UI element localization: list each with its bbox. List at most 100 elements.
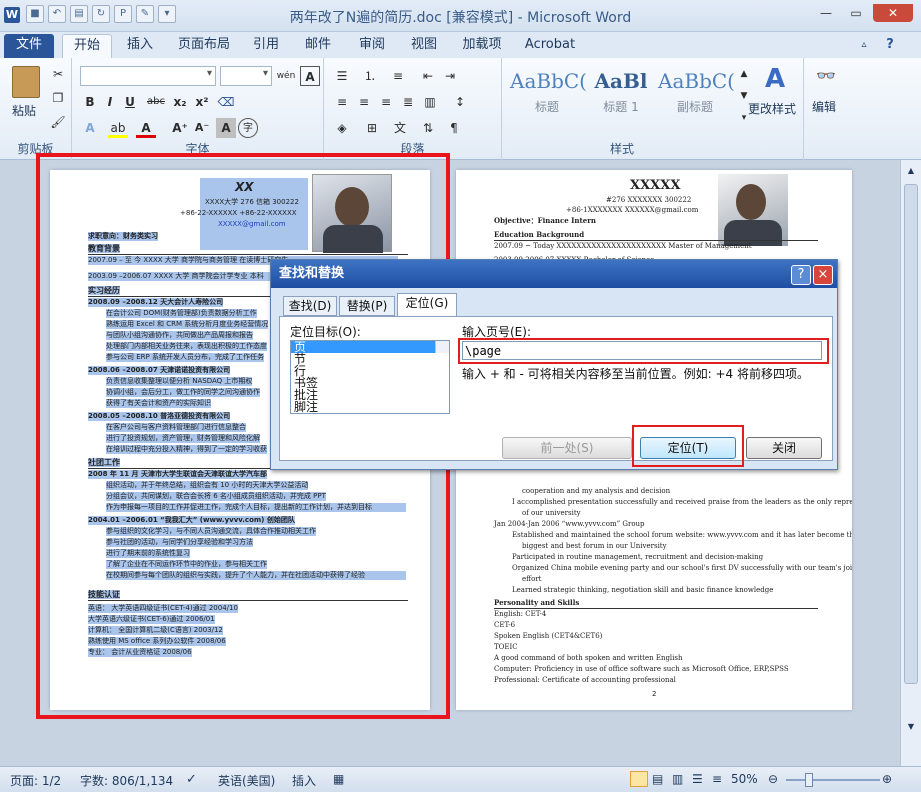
tab-mailings[interactable]: 邮件 bbox=[296, 34, 340, 58]
close-window-icon[interactable]: ✕ bbox=[873, 4, 913, 22]
tab-view[interactable]: 视图 bbox=[404, 34, 444, 58]
show-marks-icon[interactable]: ¶ bbox=[444, 118, 464, 138]
font-name-combo[interactable] bbox=[80, 66, 216, 86]
dialog-close-x-button[interactable]: × bbox=[813, 265, 833, 285]
paste-button[interactable]: 粘贴 bbox=[12, 102, 36, 119]
bullets-icon[interactable]: ☰ bbox=[332, 66, 352, 86]
style-subtitle[interactable]: AaBbC( 副标题 bbox=[658, 64, 735, 126]
zoom-level[interactable]: 50% bbox=[731, 772, 758, 786]
full-screen-reading-icon[interactable]: ▤ bbox=[652, 772, 663, 786]
increase-indent-icon[interactable]: ⇥ bbox=[440, 66, 460, 86]
cut-icon[interactable]: ✂ bbox=[48, 64, 68, 84]
restore-icon[interactable]: ▭ bbox=[843, 4, 869, 22]
paste-icon[interactable] bbox=[12, 66, 40, 98]
format-painter-icon[interactable]: 🖌 bbox=[48, 112, 68, 132]
binoculars-icon[interactable]: 👓 bbox=[816, 66, 836, 86]
font-color-icon[interactable]: A bbox=[136, 118, 156, 138]
borders-icon[interactable]: ⊞ bbox=[362, 118, 382, 138]
underline-icon[interactable]: U bbox=[120, 92, 140, 112]
zoom-slider-track[interactable] bbox=[786, 773, 880, 787]
tab-goto[interactable]: 定位(G) bbox=[397, 293, 457, 317]
tab-acrobat[interactable]: Acrobat bbox=[520, 34, 580, 58]
text-effects-icon[interactable]: A bbox=[80, 118, 100, 138]
proofing-icon[interactable]: ✓ bbox=[186, 772, 197, 787]
font-group: wén A B I U abc x₂ x² ⌫ A ab A A⁺ A⁻ A 字… bbox=[72, 58, 324, 160]
goto-button[interactable]: 定位(T) bbox=[640, 437, 736, 459]
zoom-in-icon[interactable]: ⊕ bbox=[882, 772, 892, 786]
tab-insert[interactable]: 插入 bbox=[118, 34, 162, 58]
vertical-scrollbar[interactable]: ▲ ▼ bbox=[900, 160, 921, 766]
scroll-up-icon[interactable]: ▲ bbox=[904, 164, 918, 178]
char-border-icon[interactable]: A bbox=[300, 66, 320, 86]
sort-icon[interactable]: ⇅ bbox=[418, 118, 438, 138]
style-heading-1[interactable]: AaBl 标题 1 bbox=[584, 64, 658, 126]
shading-icon[interactable]: ◈ bbox=[332, 118, 352, 138]
char-shading-icon[interactable]: A bbox=[216, 118, 236, 138]
dialog-help-button[interactable]: ? bbox=[791, 265, 811, 285]
tab-find[interactable]: 查找(D) bbox=[283, 296, 337, 316]
list-item[interactable]: 节 bbox=[291, 353, 449, 365]
align-right-icon[interactable]: ≡ bbox=[376, 92, 396, 112]
status-insert-mode[interactable]: 插入 bbox=[292, 772, 316, 789]
print-layout-icon[interactable] bbox=[630, 771, 648, 787]
asian-layout-icon[interactable]: 文 bbox=[390, 118, 410, 138]
zoom-slider-thumb[interactable] bbox=[805, 773, 813, 787]
grow-font-icon[interactable]: A⁺ bbox=[170, 118, 190, 138]
scroll-thumb[interactable] bbox=[904, 184, 918, 684]
justify-icon[interactable]: ≣ bbox=[398, 92, 418, 112]
draft-icon[interactable]: ≡ bbox=[712, 772, 722, 786]
distributed-icon[interactable]: ▥ bbox=[420, 92, 440, 112]
status-language[interactable]: 英语(美国) bbox=[218, 772, 275, 789]
italic-icon[interactable]: I bbox=[100, 92, 120, 112]
outline-icon[interactable]: ☰ bbox=[692, 772, 703, 786]
status-page[interactable]: 页面: 1/2 bbox=[10, 772, 61, 789]
change-styles-button[interactable]: 更改样式 bbox=[748, 100, 796, 117]
zoom-out-icon[interactable]: ⊖ bbox=[768, 772, 778, 786]
editing-button[interactable]: 编辑 bbox=[812, 98, 836, 115]
web-layout-icon[interactable]: ▥ bbox=[672, 772, 683, 786]
highlight-icon[interactable]: ab bbox=[108, 118, 128, 138]
right-skill-line: Computer: Proficiency in use of office s… bbox=[494, 665, 789, 673]
previous-button[interactable]: 前一处(S) bbox=[502, 437, 632, 459]
right-skill-line: English: CET-4 bbox=[494, 610, 547, 618]
styles-scroll-up-icon[interactable]: ▲ bbox=[734, 64, 754, 84]
decrease-indent-icon[interactable]: ⇤ bbox=[418, 66, 438, 86]
strikethrough-icon[interactable]: abc bbox=[144, 92, 168, 112]
enclosed-char-icon[interactable]: 字 bbox=[238, 118, 258, 138]
copy-icon[interactable]: ❐ bbox=[48, 88, 68, 108]
font-size-combo[interactable] bbox=[220, 66, 272, 86]
phonetic-guide-icon[interactable]: wén bbox=[276, 66, 296, 86]
style-title[interactable]: AaBbC( 标题 bbox=[510, 64, 587, 126]
minimize-ribbon-icon[interactable]: ▵ bbox=[856, 34, 872, 58]
minimize-icon[interactable]: — bbox=[813, 4, 839, 22]
list-scrollbar[interactable] bbox=[435, 341, 449, 353]
tab-page-layout[interactable]: 页面布局 bbox=[172, 34, 236, 58]
page-number-input[interactable] bbox=[462, 341, 822, 360]
tab-references[interactable]: 引用 bbox=[246, 34, 286, 58]
tab-review[interactable]: 审阅 bbox=[350, 34, 394, 58]
macro-record-icon[interactable]: ▦ bbox=[333, 772, 344, 786]
right-page-number: 2 bbox=[652, 690, 657, 698]
clear-format-icon[interactable]: ⌫ bbox=[216, 92, 236, 112]
list-item[interactable]: 脚注 bbox=[291, 401, 449, 413]
shrink-font-icon[interactable]: A⁻ bbox=[192, 118, 212, 138]
superscript-icon[interactable]: x² bbox=[192, 92, 212, 112]
numbering-icon[interactable]: ⒈ bbox=[360, 66, 380, 86]
tab-home[interactable]: 开始 bbox=[62, 34, 112, 58]
align-left-icon[interactable]: ≡ bbox=[332, 92, 352, 112]
multilevel-list-icon[interactable]: ≡ bbox=[388, 66, 408, 86]
align-center-icon[interactable]: ≡ bbox=[354, 92, 374, 112]
tab-addins[interactable]: 加载项 bbox=[454, 34, 510, 58]
tab-file[interactable]: 文件 bbox=[4, 34, 54, 58]
line-spacing-icon[interactable]: ↕ bbox=[450, 92, 470, 112]
scroll-down-icon[interactable]: ▼ bbox=[904, 720, 918, 734]
subscript-icon[interactable]: x₂ bbox=[170, 92, 190, 112]
status-words[interactable]: 字数: 806/1,134 bbox=[80, 772, 173, 789]
bold-icon[interactable]: B bbox=[80, 92, 100, 112]
goto-what-list[interactable]: 页 节 行 书签 批注 脚注 bbox=[290, 340, 450, 414]
tab-replace[interactable]: 替换(P) bbox=[339, 296, 395, 316]
help-icon[interactable]: ? bbox=[878, 34, 902, 58]
close-button[interactable]: 关闭 bbox=[746, 437, 822, 459]
list-item[interactable]: 页 bbox=[291, 341, 449, 353]
change-styles-icon[interactable]: A bbox=[760, 64, 790, 94]
